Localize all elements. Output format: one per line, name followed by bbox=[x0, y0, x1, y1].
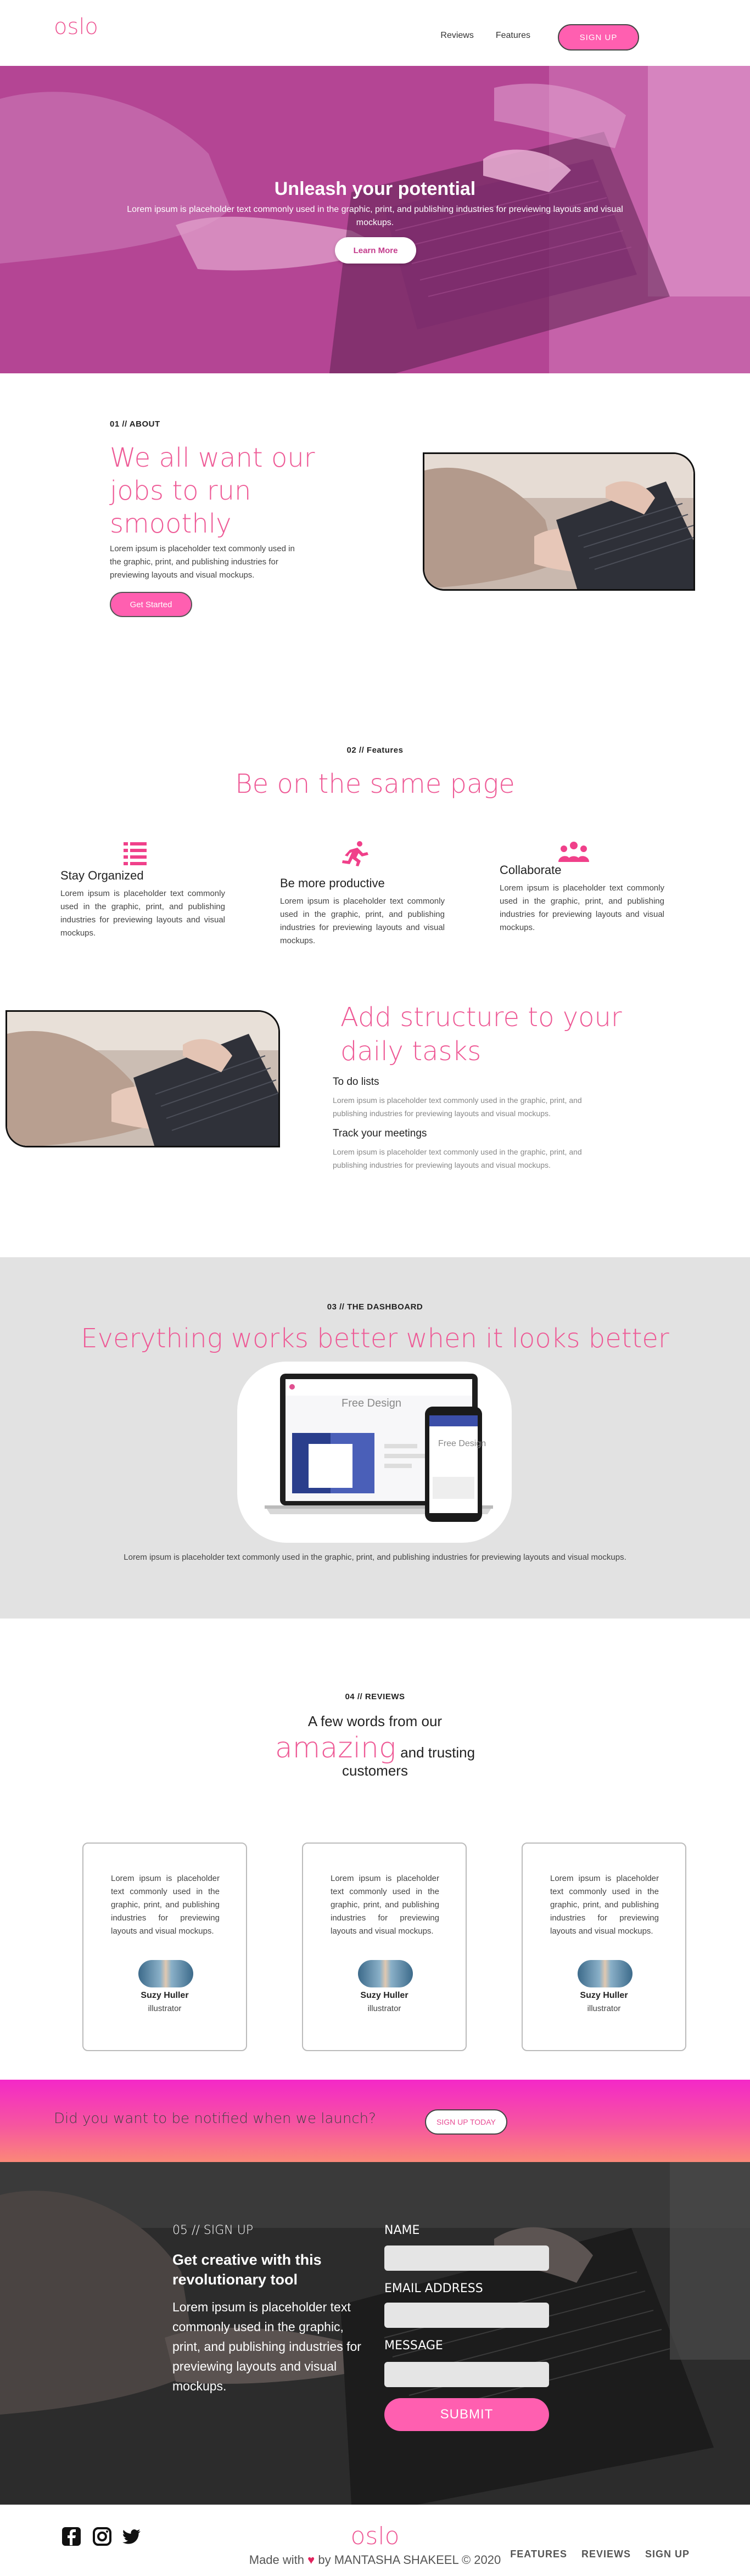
dashboard-title: Everything works better when it looks be… bbox=[81, 1323, 669, 1354]
hero-title: Unleash your potential bbox=[274, 178, 476, 199]
about-label: 01 // ABOUT bbox=[110, 419, 160, 429]
structure-item-text: Lorem ipsum is placeholder text commonly… bbox=[333, 1147, 582, 1169]
feature-title: Be more productive bbox=[280, 876, 385, 890]
hero-subtitle: Lorem ipsum is placeholder text commonly… bbox=[127, 205, 623, 227]
about-text: Lorem ipsum is placeholder text commonly… bbox=[110, 544, 295, 580]
reviews-heading-line1: A few words from our bbox=[307, 1713, 443, 1729]
signup-background-photo bbox=[0, 2162, 750, 2505]
dashboard-section: 03 // THE DASHBOARD Everything works bet… bbox=[0, 1257, 750, 1619]
structure-laptop-image bbox=[5, 1010, 280, 1147]
structure-item-text: Lorem ipsum is placeholder text commonly… bbox=[333, 1096, 582, 1118]
reviewer-name: Suzy Huller bbox=[141, 1991, 189, 2000]
top-nav: oslo Reviews Features SIGN UP bbox=[0, 0, 750, 66]
get-started-button[interactable]: Get Started bbox=[110, 592, 192, 617]
features-section: 02 // Features Be on the same page Stay … bbox=[0, 697, 750, 999]
nav-link-reviews[interactable]: Reviews bbox=[440, 31, 473, 41]
footer-link-features[interactable]: FEATURES bbox=[510, 2549, 567, 2560]
heart-icon: ♥ bbox=[307, 2553, 315, 2567]
signup-button[interactable]: SIGN UP bbox=[558, 24, 639, 51]
reviews-label: 04 // REVIEWS bbox=[345, 1692, 405, 1701]
team-icon bbox=[558, 842, 589, 862]
signup-title: Get creative with this revolutionary too… bbox=[172, 2252, 322, 2288]
review-text: Lorem ipsum is placeholder text commonly… bbox=[111, 1874, 220, 1936]
nav-links: Reviews Features bbox=[440, 31, 530, 41]
logo[interactable]: oslo bbox=[54, 14, 98, 40]
hero-section: Unleash your potential Lorem ipsum is pl… bbox=[0, 66, 750, 373]
feature-title: Collaborate bbox=[500, 863, 562, 877]
footer-logo[interactable]: oslo bbox=[0, 2522, 750, 2550]
dashboard-mockup: Free Design Free Design bbox=[237, 1362, 512, 1543]
dashboard-text: Lorem ipsum is placeholder text commonly… bbox=[124, 1553, 626, 1562]
about-title: We all want our jobs to run smoothly bbox=[110, 443, 315, 539]
about-section: 01 // ABOUT We all want our jobs to run … bbox=[0, 373, 750, 697]
reviewer-role: illustrator bbox=[587, 2004, 621, 2013]
review-text: Lorem ipsum is placeholder text commonly… bbox=[331, 1874, 439, 1936]
footer-credit-post: by MANTASHA SHAKEEL © 2020 bbox=[318, 2553, 501, 2567]
footer-link-reviews[interactable]: REVIEWS bbox=[581, 2549, 631, 2560]
reviewer-name: Suzy Huller bbox=[360, 1991, 408, 2000]
signup-today-button[interactable]: SIGN UP TODAY bbox=[425, 2109, 507, 2135]
footer: oslo Made with ♥ by MANTASHA SHAKEEL © 2… bbox=[0, 2505, 750, 2576]
signup-text: Lorem ipsum is placeholder text commonly… bbox=[172, 2300, 361, 2393]
email-label: EMAIL ADDRESS bbox=[384, 2282, 483, 2295]
reviewer-role: illustrator bbox=[148, 2004, 182, 2013]
learn-more-button[interactable]: Learn More bbox=[335, 237, 416, 264]
review-text: Lorem ipsum is placeholder text commonly… bbox=[550, 1874, 659, 1936]
notify-banner: Did you want to be notified when we laun… bbox=[0, 2080, 750, 2162]
submit-button[interactable]: SUBMIT bbox=[384, 2398, 549, 2431]
notify-text: Did you want to be notified when we laun… bbox=[54, 2110, 376, 2127]
signup-label: 05 // SIGN UP bbox=[172, 2224, 254, 2237]
laptop-mockup-text: Free Design bbox=[342, 1397, 401, 1409]
reviews-section: 04 // REVIEWS A few words from our amazi… bbox=[0, 1619, 750, 2080]
reviewer-role: illustrator bbox=[367, 2004, 401, 2013]
structure-item-title: Track your meetings bbox=[333, 1128, 427, 1139]
list-icon bbox=[124, 842, 147, 865]
review-card: Lorem ipsum is placeholder text commonly… bbox=[302, 1843, 467, 2051]
footer-credit-pre: Made with bbox=[249, 2553, 305, 2567]
name-field[interactable] bbox=[384, 2245, 549, 2271]
about-laptop-image bbox=[423, 452, 695, 591]
avatar bbox=[358, 1960, 413, 1987]
running-icon bbox=[342, 841, 368, 866]
nav-link-features[interactable]: Features bbox=[496, 31, 530, 41]
signup-section: 05 // SIGN UP Get creative with this rev… bbox=[0, 2162, 750, 2505]
name-label: NAME bbox=[384, 2224, 420, 2237]
feature-text: Lorem ipsum is placeholder text commonly… bbox=[60, 889, 225, 938]
structure-item-title: To do lists bbox=[333, 1076, 379, 1088]
reviewer-name: Suzy Huller bbox=[580, 1991, 628, 2000]
features-label: 02 // Features bbox=[346, 746, 404, 755]
structure-title: Add structure to your daily tasks bbox=[340, 1002, 622, 1067]
dashboard-label: 03 // THE DASHBOARD bbox=[327, 1302, 423, 1312]
email-field[interactable] bbox=[384, 2303, 549, 2328]
features-title: Be on the same page bbox=[235, 769, 515, 799]
phone-mockup-text: Free Design bbox=[438, 1439, 486, 1448]
feature-text: Lorem ipsum is placeholder text commonly… bbox=[280, 897, 445, 945]
reviews-heading-line2-text: and trusting bbox=[400, 1744, 475, 1761]
message-field[interactable] bbox=[384, 2362, 549, 2387]
review-card: Lorem ipsum is placeholder text commonly… bbox=[522, 1843, 686, 2051]
reviews-heading-line2: amazing and trusting bbox=[0, 1732, 750, 1765]
footer-link-signup[interactable]: SIGN UP bbox=[645, 2549, 690, 2560]
avatar bbox=[138, 1960, 193, 1987]
reviews-heading-line3: customers bbox=[342, 1762, 408, 1779]
feature-text: Lorem ipsum is placeholder text commonly… bbox=[500, 883, 664, 932]
review-card: Lorem ipsum is placeholder text commonly… bbox=[82, 1843, 247, 2051]
feature-title: Stay Organized bbox=[60, 869, 144, 882]
reviews-highlight: amazing bbox=[275, 1732, 396, 1765]
footer-links: FEATURES REVIEWS SIGN UP bbox=[510, 2549, 690, 2560]
avatar bbox=[578, 1960, 633, 1987]
message-label: MESSAGE bbox=[384, 2339, 443, 2353]
structure-section: Add structure to your daily tasks To do … bbox=[0, 999, 750, 1257]
